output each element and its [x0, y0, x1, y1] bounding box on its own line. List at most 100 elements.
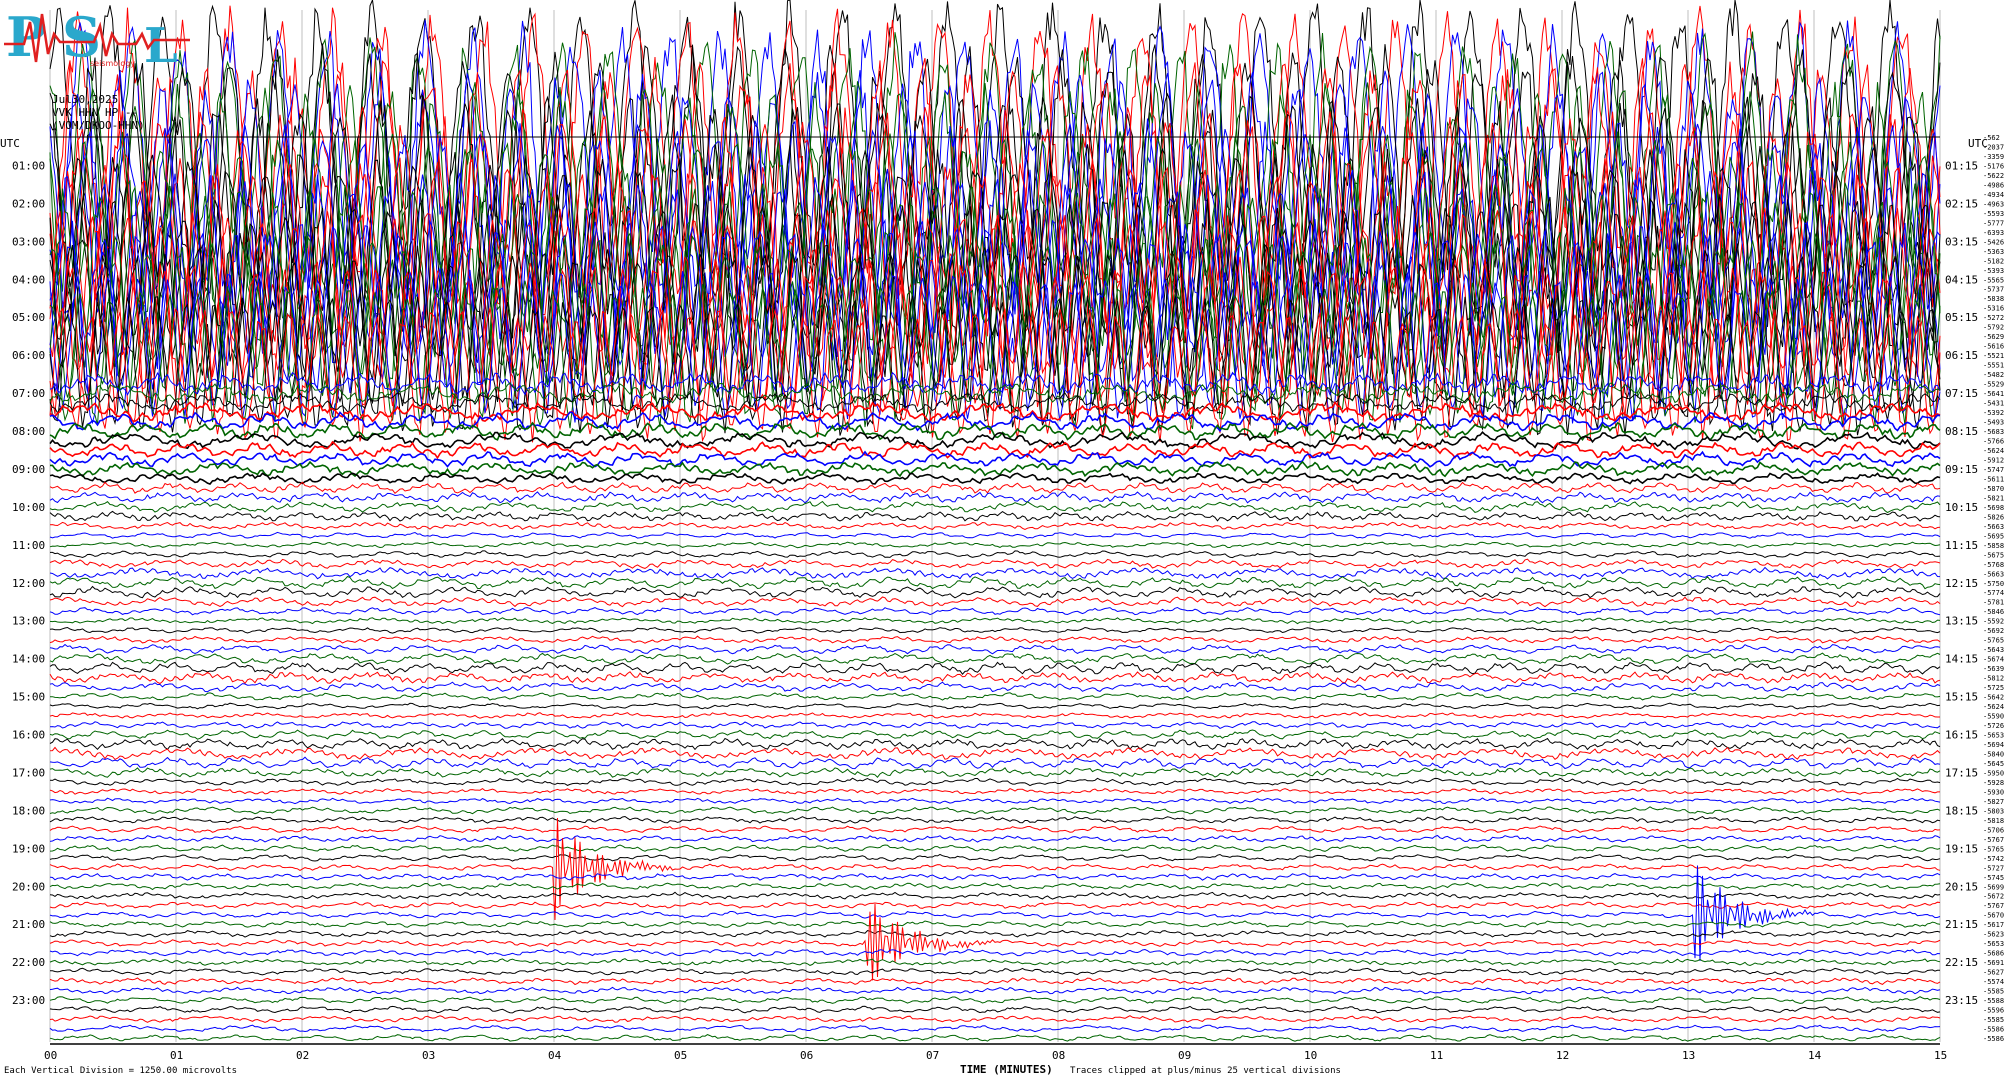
seismic-trace [49, 891, 1941, 900]
trace-offset-label: -5645 [1983, 760, 2004, 768]
x-axis-title: TIME (MINUTES) [960, 1063, 1053, 1076]
seismic-trace [49, 472, 1941, 485]
seismic-traces [49, 0, 1941, 1042]
right-hour-label: 16:15 [1945, 729, 1978, 742]
trace-offset-label: -5653 [1983, 940, 2004, 948]
right-hour-label: 04:15 [1945, 273, 1978, 286]
trace-offset-label: -5726 [1983, 722, 2004, 730]
left-hour-label: 09:00 [12, 463, 45, 476]
right-hour-label: 17:15 [1945, 766, 1978, 779]
seismic-trace [49, 712, 1940, 719]
trace-offset-label: -5695 [1983, 532, 2004, 540]
right-hour-label: 11:15 [1945, 539, 1978, 552]
right-hour-label: 08:15 [1945, 425, 1978, 438]
x-tick-label: 10 [1304, 1049, 1317, 1062]
trace-offset-label: -3359 [1983, 153, 2004, 161]
x-tick-label: 08 [1052, 1049, 1065, 1062]
trace-offset-label: -5725 [1983, 684, 2004, 692]
trace-offset-label: -5777 [1983, 219, 2004, 227]
trace-offset-label: -5585 [1983, 988, 2004, 996]
trace-offset-label: -4986 [1983, 181, 2004, 189]
left-hour-label: 04:00 [12, 273, 45, 286]
x-tick-label: 11 [1430, 1049, 1443, 1062]
trace-offset-label: -5699 [1983, 883, 2004, 891]
seismic-trace [49, 541, 1941, 549]
trace-offset-label: -5694 [1983, 741, 2004, 749]
seismic-trace [49, 626, 1941, 634]
x-tick-label: 01 [170, 1049, 183, 1062]
trace-offset-label: -5818 [1983, 817, 2004, 825]
trace-offset-label: -5781 [1983, 599, 2004, 607]
trace-offset-label: -5653 [1983, 732, 2004, 740]
trace-offset-label: -5431 [1983, 400, 2004, 408]
trace-offset-label: -5616 [1983, 343, 2004, 351]
trace-offset-label: -5827 [1983, 798, 2004, 806]
seismic-trace [49, 806, 1941, 815]
svg-text:seismology: seismology [90, 59, 135, 68]
right-hour-label: 09:15 [1945, 463, 1978, 476]
trace-offset-label: -5643 [1983, 646, 2004, 654]
trace-offset-label: -5768 [1983, 561, 2004, 569]
trace-offset-label: -5691 [1983, 959, 2004, 967]
trace-offset-label: -5745 [1983, 874, 2004, 882]
seismic-trace [49, 617, 1941, 625]
trace-offset-label: -5765 [1983, 637, 2004, 645]
seismic-trace [49, 996, 1941, 1004]
trace-offset-label: -5670 [1983, 912, 2004, 920]
left-hour-label: 03:00 [12, 235, 45, 248]
trace-offset-label: -5812 [1983, 675, 2004, 683]
trace-offset-label: -5574 [1983, 978, 2004, 986]
right-hour-label: 18:15 [1945, 804, 1978, 817]
right-hour-label: 20:15 [1945, 880, 1978, 893]
trace-offset-label: -5858 [1983, 542, 2004, 550]
x-tick-label: 03 [422, 1049, 435, 1062]
seismic-trace [49, 844, 1941, 852]
right-hour-label: 14:15 [1945, 653, 1978, 666]
left-hour-label: 13:00 [12, 615, 45, 628]
seismic-trace [49, 756, 1941, 770]
seismic-trace [49, 797, 1941, 805]
seismic-trace [49, 882, 1941, 891]
left-hour-label: 14:00 [12, 653, 45, 666]
logo-waveform-icon: P S L seismology [4, 5, 190, 74]
trace-offset-label: -5617 [1983, 921, 2004, 929]
seismic-trace [49, 510, 1941, 522]
seismic-trace [49, 450, 1941, 468]
trace-offset-label: -5663 [1983, 523, 2004, 531]
record-date: Jul30,2025 [52, 93, 119, 106]
trace-offset-label: -5683 [1983, 428, 2004, 436]
left-hour-label: 06:00 [12, 349, 45, 362]
x-tick-label: 09 [1178, 1049, 1191, 1062]
seismic-trace [49, 531, 1941, 539]
seismic-trace [50, 550, 1941, 559]
left-hour-label: 08:00 [12, 425, 45, 438]
trace-offset-label: -5627 [1983, 969, 2004, 977]
right-hour-label: 07:15 [1945, 387, 1978, 400]
left-hour-label: 07:00 [12, 387, 45, 400]
trace-offset-label: -5593 [1983, 210, 2004, 218]
left-hour-label: 18:00 [12, 804, 45, 817]
trace-offset-label: -5750 [1983, 580, 2004, 588]
trace-offset-label: -5363 [1983, 248, 2004, 256]
seismic-trace [49, 681, 1941, 693]
clip-note: Traces clipped at plus/minus 25 vertical… [1070, 1066, 1341, 1076]
seismic-trace [49, 720, 1941, 729]
trace-offset-label: -5663 [1983, 570, 2004, 578]
seismic-trace [49, 635, 1941, 644]
trace-offset-label: -5767 [1983, 836, 2004, 844]
x-tick-label: 02 [296, 1049, 309, 1062]
left-hour-label: 17:00 [12, 766, 45, 779]
trace-offset-label: -5826 [1983, 513, 2004, 521]
trace-offset-label: -5392 [1983, 409, 2004, 417]
left-hour-label: 19:00 [12, 842, 45, 855]
trace-offset-label: -5586 [1983, 1035, 2004, 1043]
right-hour-label: 23:15 [1945, 994, 1978, 1007]
utc-label-left: UTC [0, 137, 20, 150]
seismic-trace [49, 606, 1941, 616]
trace-offset-label: -5692 [1983, 627, 2004, 635]
trace-offset-label: -5803 [1983, 807, 2004, 815]
right-hour-label: 15:15 [1945, 691, 1978, 704]
seismic-trace [49, 481, 1941, 495]
left-hour-label: 20:00 [12, 880, 45, 893]
trace-offset-label: -5611 [1983, 475, 2004, 483]
